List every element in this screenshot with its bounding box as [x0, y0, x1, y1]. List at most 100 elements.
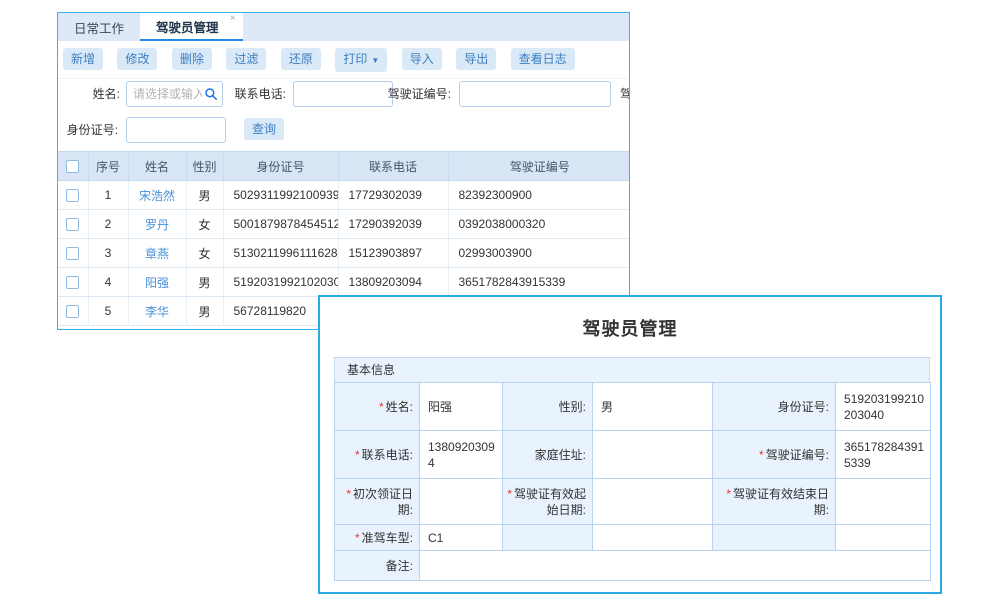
name-filter-input-wrap	[126, 81, 223, 107]
driver-detail-dialog: 驾驶员管理 基本信息 *姓名: 阳强 性别: 男 身份证号: 519203199…	[318, 295, 942, 594]
header-idcard: 身份证号	[223, 152, 338, 181]
name-filter-input[interactable]	[127, 82, 204, 106]
idcard-filter-input-wrap	[126, 117, 226, 143]
idcard-filter-input[interactable]	[127, 118, 225, 142]
cell-idcard: 502931199210093930	[223, 181, 338, 210]
delete-button[interactable]: 删除	[172, 48, 212, 70]
table-row: 2 罗丹 女 500187987845451245 17290392039 03…	[58, 210, 630, 239]
header-name: 姓名	[128, 152, 186, 181]
first-issue-label-cell: *初次领证日期:	[335, 479, 420, 525]
valid-end-label-cell: *驾驶证有效结束日期:	[713, 479, 836, 525]
driver-name-link[interactable]: 阳强	[145, 276, 169, 290]
print-button[interactable]: 打印▼	[335, 48, 387, 72]
cell-phone: 13809203094	[338, 268, 448, 297]
empty-value-cell	[836, 525, 931, 551]
empty-label-cell	[503, 525, 593, 551]
valid-start-value-cell	[593, 479, 713, 525]
cell-gender: 女	[186, 239, 223, 268]
row-checkbox[interactable]	[66, 276, 79, 289]
driver-name-link[interactable]: 李华	[145, 305, 169, 319]
valid-start-label-cell: *驾驶证有效起始日期:	[503, 479, 593, 525]
phone-filter-label: 联系电话:	[231, 81, 286, 107]
cell-gender: 女	[186, 210, 223, 239]
filter-button[interactable]: 过滤	[226, 48, 266, 70]
form-row: *姓名: 阳强 性别: 男 身份证号: 519203199210203040	[335, 383, 931, 431]
cell-license: 0392038000320	[448, 210, 630, 239]
cell-gender: 男	[186, 268, 223, 297]
row-checkbox[interactable]	[66, 305, 79, 318]
tab-label: 驾驶员管理	[156, 17, 219, 36]
phone-filter-input[interactable]	[294, 82, 392, 106]
license-label-cell: *驾驶证编号:	[713, 431, 836, 479]
driver-name-link[interactable]: 章燕	[145, 247, 169, 261]
cell-phone: 15123903897	[338, 239, 448, 268]
tab-daily-work[interactable]: 日常工作	[58, 13, 140, 41]
required-star: *	[355, 531, 360, 545]
required-star: *	[346, 487, 351, 501]
export-button[interactable]: 导出	[456, 48, 496, 70]
cell-seq: 5	[88, 297, 128, 326]
clipped-filter-label: 驾	[620, 81, 630, 107]
form-row: *联系电话: 13809203094 家庭住址: *驾驶证编号: 3651782…	[335, 431, 931, 479]
required-star: *	[507, 487, 512, 501]
header-gender: 性别	[186, 152, 223, 181]
filter-panel: 姓名: 联系电话: 驾驶证编号: 驾 身份证号: 查询	[58, 79, 629, 151]
view-log-button[interactable]: 查看日志	[511, 48, 575, 70]
license-filter-label: 驾驶证编号:	[383, 81, 451, 107]
row-checkbox[interactable]	[66, 247, 79, 260]
import-button[interactable]: 导入	[402, 48, 442, 70]
cell-idcard: 519203199210203040	[223, 268, 338, 297]
select-all-checkbox[interactable]	[66, 160, 79, 173]
row-checkbox[interactable]	[66, 189, 79, 202]
phone-label-cell: *联系电话:	[335, 431, 420, 479]
search-icon[interactable]	[204, 87, 218, 101]
required-star: *	[726, 487, 731, 501]
close-icon[interactable]: ×	[230, 14, 236, 24]
add-button[interactable]: 新增	[63, 48, 103, 70]
valid-end-value-cell	[836, 479, 931, 525]
vehicle-type-value-cell: C1	[420, 525, 503, 551]
toolbar: 新增 修改 删除 过滤 还原 打印▼ 导入 导出 查看日志	[58, 41, 629, 79]
required-star: *	[379, 400, 384, 414]
cell-seq: 4	[88, 268, 128, 297]
dialog-title: 驾驶员管理	[320, 315, 940, 341]
license-value-cell: 3651782843915339	[836, 431, 931, 479]
row-checkbox[interactable]	[66, 218, 79, 231]
basic-info-section-header: 基本信息	[334, 357, 930, 383]
cell-phone: 17290392039	[338, 210, 448, 239]
cell-seq: 1	[88, 181, 128, 210]
idcard-filter-label: 身份证号:	[60, 117, 118, 143]
cell-seq: 3	[88, 239, 128, 268]
driver-name-link[interactable]: 罗丹	[145, 218, 169, 232]
gender-label-cell: 性别:	[503, 383, 593, 431]
header-license: 驾驶证编号	[448, 152, 630, 181]
cell-license: 02993003900	[448, 239, 630, 268]
tab-driver-management[interactable]: 驾驶员管理 ×	[140, 13, 243, 41]
license-filter-input[interactable]	[460, 82, 610, 106]
driver-name-link[interactable]: 宋浩然	[139, 189, 175, 203]
name-label-cell: *姓名:	[335, 383, 420, 431]
remark-label-cell: 备注:	[335, 551, 420, 581]
form-row: *初次领证日期: *驾驶证有效起始日期: *驾驶证有效结束日期:	[335, 479, 931, 525]
cell-license: 3651782843915339	[448, 268, 630, 297]
query-button[interactable]: 查询	[244, 118, 284, 140]
cell-gender: 男	[186, 181, 223, 210]
address-label-cell: 家庭住址:	[503, 431, 593, 479]
header-seq: 序号	[88, 152, 128, 181]
print-button-label: 打印	[343, 52, 367, 66]
first-issue-value-cell	[420, 479, 503, 525]
table-header-row: 序号 姓名 性别 身份证号 联系电话 驾驶证编号	[58, 152, 630, 181]
desktop: 日常工作 驾驶员管理 × 新增 修改 删除 过滤 还原 打印▼ 导入 导出 查看…	[0, 0, 1000, 600]
required-star: *	[355, 448, 360, 462]
form-row: *准驾车型: C1	[335, 525, 931, 551]
phone-value-cell: 13809203094	[420, 431, 503, 479]
driver-detail-form: *姓名: 阳强 性别: 男 身份证号: 519203199210203040 *…	[334, 382, 931, 581]
remark-value-cell	[420, 551, 931, 581]
cell-seq: 2	[88, 210, 128, 239]
header-phone: 联系电话	[338, 152, 448, 181]
idcard-label-cell: 身份证号:	[713, 383, 836, 431]
gender-value-cell: 男	[593, 383, 713, 431]
license-filter-input-wrap	[459, 81, 611, 107]
edit-button[interactable]: 修改	[117, 48, 157, 70]
restore-button[interactable]: 还原	[281, 48, 321, 70]
